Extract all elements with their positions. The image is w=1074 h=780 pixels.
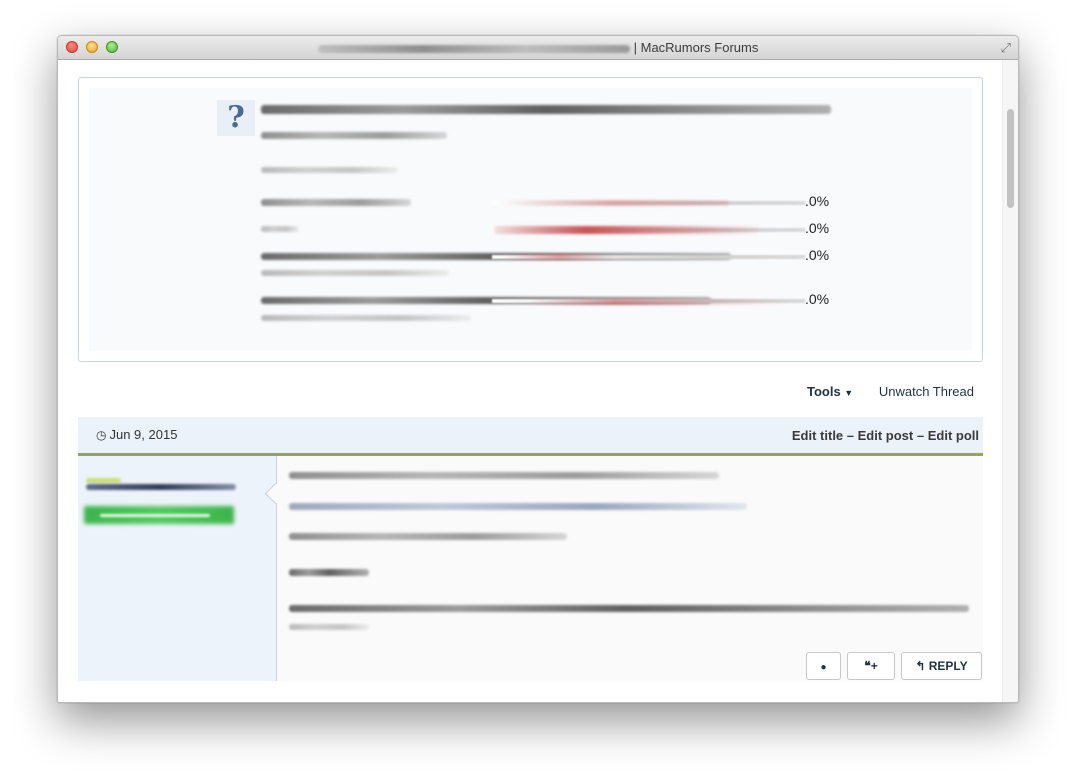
poll-option-percent: .0%	[805, 291, 830, 307]
title-bar: | MacRumors Forums ⤢	[58, 36, 1018, 60]
post-date[interactable]: ◷ Jun 9, 2015	[96, 427, 177, 442]
multiquote-button[interactable]: ❝+	[847, 652, 895, 680]
question-icon: ?	[217, 100, 255, 136]
poll-question-line-2	[261, 132, 447, 139]
poll-bar-fill	[499, 200, 729, 206]
message-line	[289, 533, 567, 540]
separator: –	[913, 428, 928, 443]
poll-option-label-line-2	[261, 315, 471, 321]
poll-option-percent: .0%	[805, 220, 830, 236]
poll-meta-text	[261, 167, 398, 173]
poll-question-line-1	[261, 105, 831, 114]
thread-tools: Tools ▼ Unwatch Thread	[807, 384, 974, 399]
post: ● ❝+ ↰ REPLY	[78, 456, 983, 681]
author-online-indicator	[86, 478, 121, 483]
reply-label: REPLY	[928, 659, 968, 673]
poll-option-percent: .0%	[805, 247, 830, 263]
post-date-text: Jun 9, 2015	[109, 427, 178, 442]
post-message: ● ❝+ ↰ REPLY	[277, 456, 983, 681]
poll-option-label	[261, 226, 299, 232]
poll-box: ? .0% .0% .0% .0%	[78, 77, 983, 362]
vertical-scrollbar[interactable]	[1002, 60, 1018, 702]
message-link[interactable]	[289, 503, 747, 510]
redacted-thread-title	[317, 44, 630, 53]
poll-option-label-line-2	[261, 270, 449, 276]
fullscreen-icon[interactable]: ⤢	[1001, 40, 1011, 56]
report-button[interactable]: ●	[806, 652, 841, 680]
caret-down-icon: ▼	[844, 388, 854, 398]
poll-bar-fill	[494, 226, 759, 234]
window-title-text: | MacRumors Forums	[633, 40, 759, 55]
poll-bar-fill	[504, 254, 614, 260]
reply-icon: ↰	[915, 659, 926, 673]
message-line	[289, 624, 369, 630]
edit-poll-link[interactable]: Edit poll	[928, 428, 979, 443]
scrollbar-thumb[interactable]	[1007, 109, 1014, 208]
poll-bar-fill	[529, 299, 789, 305]
post-edit-actions: Edit title – Edit post – Edit poll	[792, 428, 979, 443]
message-line	[289, 605, 969, 612]
post-header: ◷ Jun 9, 2015 Edit title – Edit post – Ed…	[78, 417, 983, 456]
page-content: ? .0% .0% .0% .0% Tools ▼ Unwatch Thread…	[58, 60, 1002, 702]
message-line	[289, 569, 369, 576]
poll-results: ? .0% .0% .0% .0%	[89, 88, 972, 351]
window-title: | MacRumors Forums	[58, 40, 1018, 55]
tools-menu-button[interactable]: Tools ▼	[807, 384, 853, 399]
alert-icon: ●	[820, 662, 827, 673]
separator: –	[843, 428, 858, 443]
clock-icon: ◷	[96, 428, 107, 442]
author-panel	[78, 456, 277, 681]
message-line	[289, 472, 719, 479]
poll-option-percent: .0%	[805, 193, 830, 209]
edit-post-link[interactable]: Edit post	[858, 428, 914, 443]
browser-window: | MacRumors Forums ⤢ ? .0% .0% .0% .0% T…	[57, 35, 1019, 703]
author-badge-text	[100, 514, 210, 517]
reply-button[interactable]: ↰ REPLY	[901, 652, 982, 680]
tools-label: Tools	[806, 384, 841, 399]
unwatch-thread-link[interactable]: Unwatch Thread	[879, 384, 974, 399]
edit-title-link[interactable]: Edit title	[792, 428, 843, 443]
author-username[interactable]	[86, 484, 236, 490]
poll-option-label	[261, 199, 411, 206]
quote-plus-icon: ❝+	[864, 659, 878, 673]
